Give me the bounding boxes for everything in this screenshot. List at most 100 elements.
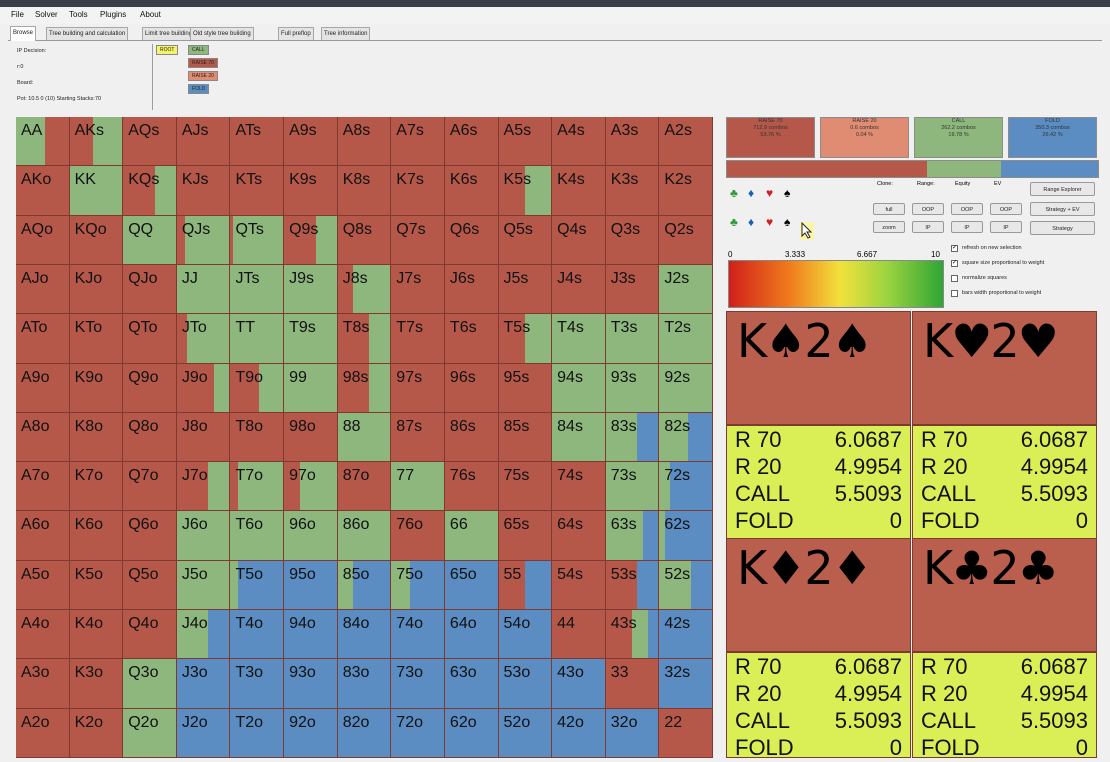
- range-explorer-button[interactable]: Range Explorer: [1030, 182, 1095, 196]
- ev-ip-button[interactable]: IP: [990, 221, 1022, 233]
- hand-cell-T3o[interactable]: T3o: [230, 659, 285, 709]
- hand-cell-62s[interactable]: 62s: [659, 511, 713, 561]
- hand-cell-AQo[interactable]: AQo: [16, 215, 70, 265]
- hand-cell-ATs[interactable]: ATs: [230, 117, 285, 167]
- hand-cell-J6s[interactable]: J6s: [444, 264, 499, 315]
- hand-cell-K6o[interactable]: K6o: [69, 511, 124, 561]
- hand-cell-65o[interactable]: 65o: [444, 560, 499, 611]
- hand-cell-T6o[interactable]: T6o: [230, 511, 285, 561]
- spade-filter-icon[interactable]: ♠: [784, 215, 790, 229]
- tab-tree-building[interactable]: Tree building and calculation: [46, 27, 129, 40]
- hand-cell-A3o[interactable]: A3o: [16, 659, 70, 709]
- hand-cell-T7o[interactable]: T7o: [230, 462, 285, 512]
- hand-cell-72s[interactable]: 72s: [659, 462, 713, 512]
- hand-cell-Q6s[interactable]: Q6s: [444, 215, 499, 265]
- hand-cell-Q9s[interactable]: Q9s: [284, 215, 338, 265]
- hand-cell-87o[interactable]: 87o: [337, 462, 392, 512]
- hand-cell-A9o[interactable]: A9o: [16, 363, 70, 413]
- hand-cell-J7s[interactable]: J7s: [391, 264, 445, 315]
- hand-cell-66[interactable]: 66: [444, 511, 499, 561]
- hand-cell-AJs[interactable]: AJs: [176, 117, 231, 167]
- hand-cell-95s[interactable]: 95s: [498, 363, 553, 413]
- hand-cell-94o[interactable]: 94o: [284, 610, 338, 660]
- hand-cell-98s[interactable]: 98s: [337, 363, 392, 413]
- strategy-ev-button[interactable]: Strategy + EV: [1030, 202, 1095, 216]
- hand-cell-63s[interactable]: 63s: [605, 511, 660, 561]
- hand-cell-KJs[interactable]: KJs: [176, 166, 231, 216]
- hand-cell-97s[interactable]: 97s: [391, 363, 445, 413]
- hand-cell-93s[interactable]: 93s: [605, 363, 660, 413]
- hand-cell-Q9o[interactable]: Q9o: [123, 363, 177, 413]
- hand-cell-32s[interactable]: 32s: [659, 659, 713, 709]
- tab-old-style-tree[interactable]: Old style tree building: [190, 27, 254, 40]
- hand-cell-A2o[interactable]: A2o: [16, 708, 70, 758]
- hand-cell-T4o[interactable]: T4o: [230, 610, 285, 660]
- hand-cell-JJ[interactable]: JJ: [176, 264, 231, 315]
- hand-cell-A6o[interactable]: A6o: [16, 511, 70, 561]
- hand-cell-T8o[interactable]: T8o: [230, 412, 285, 463]
- hand-cell-A9s[interactable]: A9s: [284, 117, 338, 167]
- hand-cell-62o[interactable]: 62o: [444, 708, 499, 758]
- hand-cell-KQo[interactable]: KQo: [69, 215, 124, 265]
- tree-node-raise-20[interactable]: RAISE 20: [188, 71, 218, 81]
- hand-cell-Q4s[interactable]: Q4s: [552, 215, 606, 265]
- hand-cell-J5s[interactable]: J5s: [498, 264, 553, 315]
- equity-oop-button[interactable]: OOP: [951, 203, 983, 215]
- full-button[interactable]: full: [873, 203, 905, 215]
- hand-cell-KJo[interactable]: KJo: [69, 264, 124, 315]
- tree-node-fold[interactable]: FOLD: [188, 84, 210, 94]
- hand-cell-T4s[interactable]: T4s: [552, 314, 606, 364]
- hand-cell-K4o[interactable]: K4o: [69, 610, 124, 660]
- hand-cell-JTo[interactable]: JTo: [176, 314, 231, 364]
- hand-cell-83s[interactable]: 83s: [605, 412, 660, 463]
- hand-card-ks2s[interactable]: K♠2♠: [726, 311, 911, 425]
- hand-cell-74s[interactable]: 74s: [552, 462, 606, 512]
- hand-cell-J9s[interactable]: J9s: [284, 264, 338, 315]
- hand-cell-AQs[interactable]: AQs: [123, 117, 177, 167]
- hand-cell-84s[interactable]: 84s: [552, 412, 606, 463]
- hand-cell-42o[interactable]: 42o: [552, 708, 606, 758]
- tree-node-root[interactable]: ROOT: [156, 45, 179, 55]
- hand-cell-T9o[interactable]: T9o: [230, 363, 285, 413]
- hand-cell-86s[interactable]: 86s: [444, 412, 499, 463]
- hand-cell-43o[interactable]: 43o: [552, 659, 606, 709]
- menu-file[interactable]: File: [11, 10, 24, 19]
- hand-cell-ATo[interactable]: ATo: [16, 314, 70, 364]
- tab-full-preflop[interactable]: Full preflop: [278, 27, 314, 40]
- hand-cell-95o[interactable]: 95o: [284, 560, 338, 611]
- hand-cell-T3s[interactable]: T3s: [605, 314, 660, 364]
- hand-cell-QTs[interactable]: QTs: [230, 215, 285, 265]
- hand-cell-Q7o[interactable]: Q7o: [123, 462, 177, 512]
- hand-cell-A5o[interactable]: A5o: [16, 560, 70, 611]
- bars-width-checkbox[interactable]: [951, 290, 958, 297]
- hand-cell-92s[interactable]: 92s: [659, 363, 713, 413]
- hand-cell-T2s[interactable]: T2s: [659, 314, 713, 364]
- hand-cell-J4s[interactable]: J4s: [552, 264, 606, 315]
- hand-cell-42s[interactable]: 42s: [659, 610, 713, 660]
- hand-card-kc2c[interactable]: K♣2♣: [912, 538, 1097, 652]
- hand-cell-Q2s[interactable]: Q2s: [659, 215, 713, 265]
- tab-limit-tree[interactable]: Limit tree building: [142, 27, 196, 40]
- hand-cell-QQ[interactable]: QQ: [123, 215, 177, 265]
- hand-cell-K3s[interactable]: K3s: [605, 166, 660, 216]
- menu-tools[interactable]: Tools: [69, 10, 88, 19]
- range-oop-button[interactable]: OOP: [912, 203, 944, 215]
- hand-cell-T9s[interactable]: T9s: [284, 314, 338, 364]
- hand-cell-88[interactable]: 88: [337, 412, 392, 463]
- hand-cell-76s[interactable]: 76s: [444, 462, 499, 512]
- spade-filter-icon[interactable]: ♠: [784, 186, 790, 200]
- hand-cell-73s[interactable]: 73s: [605, 462, 660, 512]
- hand-cell-K9s[interactable]: K9s: [284, 166, 338, 216]
- hand-cell-AKo[interactable]: AKo: [16, 166, 70, 216]
- hand-cell-53s[interactable]: 53s: [605, 560, 660, 611]
- square-size-checkbox[interactable]: ✓: [951, 260, 958, 267]
- hand-cell-76o[interactable]: 76o: [391, 511, 445, 561]
- hand-cell-52o[interactable]: 52o: [498, 708, 553, 758]
- hand-cell-Q3s[interactable]: Q3s: [605, 215, 660, 265]
- hand-cell-A2s[interactable]: A2s: [659, 117, 713, 167]
- hand-cell-KTo[interactable]: KTo: [69, 314, 124, 364]
- hand-cell-75o[interactable]: 75o: [391, 560, 445, 611]
- hand-cell-Q8s[interactable]: Q8s: [337, 215, 392, 265]
- hand-cell-K6s[interactable]: K6s: [444, 166, 499, 216]
- menu-plugins[interactable]: Plugins: [100, 10, 126, 19]
